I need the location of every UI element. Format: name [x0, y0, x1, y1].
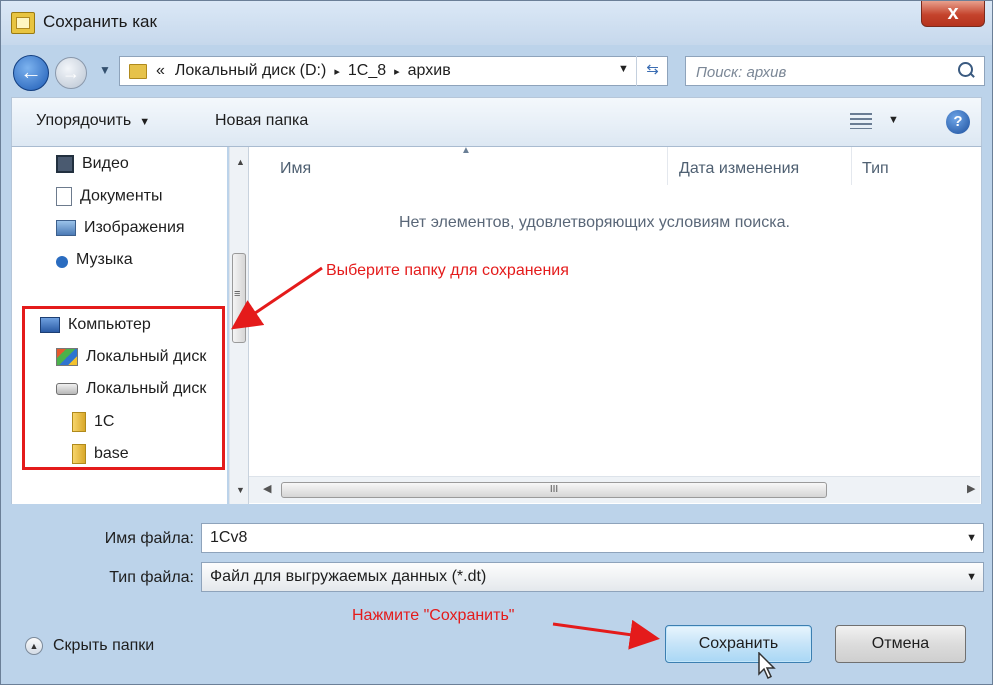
save-button[interactable]: Сохранить	[665, 625, 812, 663]
filename-field[interactable]: 1Cv8 ▼	[201, 523, 984, 553]
column-header-date[interactable]: Дата изменения	[679, 160, 799, 178]
folder-icon	[129, 64, 147, 79]
scroll-right-icon[interactable]: ▶	[967, 482, 975, 495]
filetype-value: Файл для выгружаемых данных (*.dt)	[210, 568, 487, 585]
filename-label: Имя файла:	[104, 530, 194, 547]
back-button[interactable]: ←	[13, 55, 49, 91]
sidebar-item-label: Видео	[82, 155, 129, 173]
sidebar-item-label: Изображения	[84, 219, 185, 236]
view-dropdown-button[interactable]: ▼	[888, 114, 899, 126]
sidebar-item-video[interactable]: Видео	[56, 155, 129, 173]
breadcrumb: « Локальный диск (D:) ▸ 1С_8 ▸ архив	[156, 62, 451, 80]
window-title: Сохранить как	[43, 12, 157, 31]
title-bar: Сохранить как x	[1, 1, 992, 45]
mouse-cursor-icon	[758, 652, 776, 680]
view-options-icon[interactable]	[850, 113, 872, 129]
horizontal-scrollbar[interactable]: ◀ III ▶	[249, 476, 980, 503]
video-icon	[56, 155, 74, 173]
address-bar[interactable]: « Локальный диск (D:) ▸ 1С_8 ▸ архив ▼ ⇆	[119, 56, 668, 86]
help-icon[interactable]: ?	[946, 110, 970, 134]
breadcrumb-overflow[interactable]: «	[156, 62, 165, 79]
search-box	[685, 56, 985, 87]
annotation-press-save: Нажмите "Сохранить"	[352, 607, 515, 624]
breadcrumb-item-1c8[interactable]: 1С_8	[348, 62, 386, 79]
organize-button[interactable]: Упорядочить ▼	[36, 112, 150, 130]
hide-folders-button[interactable]: ▲ Скрыть папки	[25, 637, 154, 655]
sidebar-item-documents[interactable]: Документы	[56, 187, 162, 206]
chevron-down-icon[interactable]: ▼	[966, 524, 977, 552]
picture-icon	[56, 219, 76, 236]
hide-folders-label: Скрыть папки	[53, 637, 155, 655]
close-button[interactable]: x	[921, 1, 985, 27]
sidebar-item-pictures[interactable]: Изображения	[56, 219, 185, 237]
organize-label: Упорядочить	[36, 112, 132, 129]
column-header-type[interactable]: Тип	[862, 160, 889, 178]
navigation-bar: ← → ▼ « Локальный диск (D:) ▸ 1С_8 ▸ архив ▼ …	[1, 45, 992, 97]
scroll-up-icon[interactable]: ▲	[236, 157, 245, 167]
file-list: ▲ Имя Дата изменения Тип Нет элементов, …	[249, 145, 982, 504]
scroll-down-icon[interactable]: ▼	[236, 485, 245, 495]
document-icon	[56, 187, 72, 206]
sort-ascending-icon: ▲	[461, 145, 471, 156]
app-icon	[11, 12, 35, 34]
breadcrumb-item-archive[interactable]: архив	[408, 62, 451, 79]
annotation-select-folder: Выберите папку для сохранения	[326, 262, 569, 279]
back-arrow-icon: ←	[20, 59, 42, 84]
address-dropdown-button[interactable]: ▼	[618, 63, 629, 75]
command-bar: Упорядочить ▼ Новая папка ▼ ?	[11, 97, 982, 147]
forward-button[interactable]: →	[55, 57, 87, 89]
filetype-label: Тип файла:	[109, 569, 194, 586]
cancel-button[interactable]: Отмена	[835, 625, 966, 663]
music-icon	[56, 255, 68, 268]
empty-list-message: Нет элементов, удовлетворяющих условиям …	[399, 214, 790, 231]
refresh-icon: ⇆	[646, 61, 659, 78]
chevron-down-icon[interactable]: ▼	[966, 563, 977, 591]
forward-arrow-icon: →	[62, 63, 80, 83]
column-divider[interactable]	[667, 147, 668, 185]
sidebar-item-label: Музыка	[76, 251, 133, 268]
recent-pages-dropdown[interactable]: ▼	[99, 63, 111, 77]
breadcrumb-separator[interactable]: ▸	[394, 66, 400, 78]
breadcrumb-item-disk[interactable]: Локальный диск (D:)	[175, 62, 326, 79]
breadcrumb-separator[interactable]: ▸	[334, 66, 340, 78]
filename-value: 1Cv8	[210, 529, 248, 546]
horizontal-scrollbar-thumb[interactable]: III	[281, 482, 827, 498]
annotation-highlight-box	[22, 306, 225, 470]
sidebar-item-music[interactable]: Музыка	[56, 251, 133, 269]
filetype-select[interactable]: Файл для выгружаемых данных (*.dt) ▼	[201, 562, 984, 592]
search-icon[interactable]	[958, 62, 973, 77]
new-folder-button[interactable]: Новая папка	[215, 112, 308, 130]
navigation-scrollbar[interactable]: ▲ ▼	[229, 147, 249, 504]
chevron-up-icon: ▲	[25, 637, 43, 655]
column-divider[interactable]	[851, 147, 852, 185]
scroll-left-icon[interactable]: ◀	[263, 482, 271, 495]
column-header-name[interactable]: Имя	[280, 160, 311, 178]
sidebar-item-label: Документы	[80, 187, 163, 205]
refresh-button[interactable]: ⇆	[636, 56, 668, 86]
search-input[interactable]	[686, 57, 958, 87]
scrollbar-thumb[interactable]	[232, 253, 246, 343]
scroll-grip: III	[549, 484, 559, 495]
chevron-down-icon: ▼	[139, 116, 151, 128]
